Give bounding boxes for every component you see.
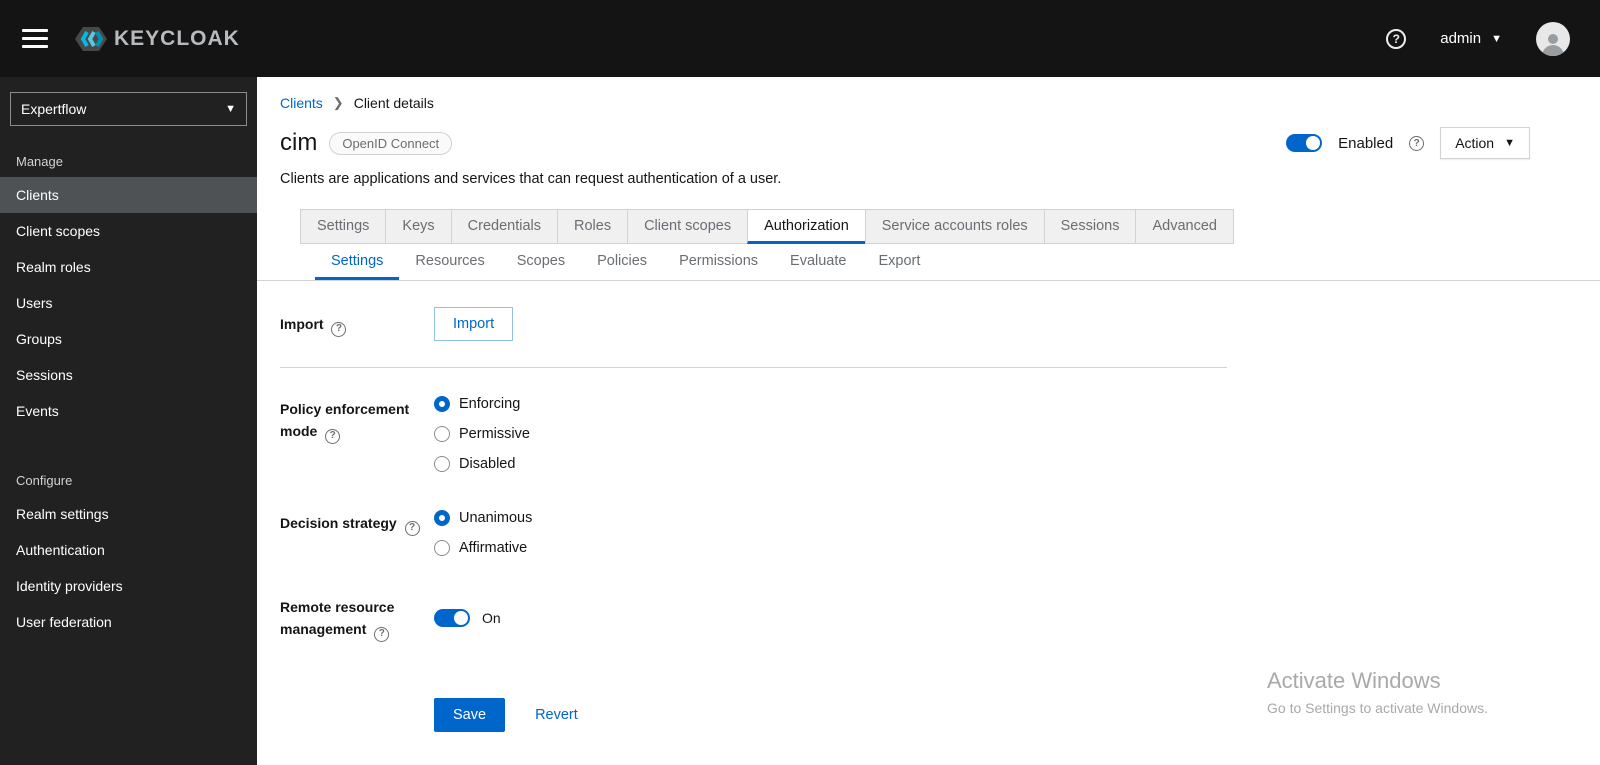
chevron-down-icon: ▼ [1491, 32, 1502, 45]
help-icon[interactable]: ? [1386, 28, 1407, 49]
radio-unanimous-input[interactable] [434, 510, 450, 526]
tab-keys[interactable]: Keys [385, 209, 452, 244]
sidebar-item-groups[interactable]: Groups [0, 321, 257, 357]
user-menu[interactable]: admin ▼ [1440, 30, 1502, 47]
subtab-evaluate[interactable]: Evaluate [774, 244, 862, 280]
brand-text: KEYCLOAK [114, 26, 240, 50]
import-button[interactable]: Import [434, 307, 514, 341]
radio-affirmative-input[interactable] [434, 540, 450, 556]
page-description: Clients are applications and services th… [280, 171, 782, 187]
tab-authorization[interactable]: Authorization [747, 209, 866, 244]
tab-service-accounts-roles[interactable]: Service accounts roles [864, 209, 1045, 244]
nav-section-manage: Manage [16, 154, 63, 169]
hamburger-menu-icon[interactable] [22, 29, 48, 48]
page-title: cim [280, 129, 318, 156]
breadcrumb-separator-icon: ❯ [332, 95, 344, 110]
subtab-settings[interactable]: Settings [315, 244, 400, 280]
import-help-icon[interactable]: ? [331, 321, 347, 337]
remote-resource-management-label: Remote resource management ? [280, 590, 434, 642]
save-button[interactable]: Save [434, 697, 506, 732]
breadcrumb-clients-link[interactable]: Clients [280, 95, 323, 111]
decision-strategy-help-icon[interactable]: ? [404, 520, 420, 536]
subtab-permissions[interactable]: Permissions [663, 244, 774, 280]
realm-selector-value: Expertflow [21, 101, 87, 117]
radio-enforcing[interactable]: Enforcing [434, 396, 1227, 412]
sidebar: Expertflow ▼ Manage Clients Client scope… [0, 77, 257, 765]
revert-button[interactable]: Revert [535, 707, 578, 723]
windows-activation-watermark: Activate Windows Go to Settings to activ… [1267, 668, 1488, 716]
sidebar-item-client-scopes[interactable]: Client scopes [0, 213, 257, 249]
sidebar-item-clients[interactable]: Clients [0, 177, 257, 213]
realm-selector[interactable]: Expertflow ▼ [10, 92, 247, 126]
secondary-tabs: Settings Resources Scopes Policies Permi… [257, 244, 1600, 281]
sidebar-item-realm-roles[interactable]: Realm roles [0, 249, 257, 285]
authorization-settings-form: Import ? Import Policy enforcement mode … [280, 307, 1227, 732]
decision-strategy-radio-group: Unanimous Affirmative [434, 506, 1227, 556]
enabled-toggle[interactable] [1286, 134, 1323, 152]
radio-unanimous[interactable]: Unanimous [434, 510, 1227, 526]
subtab-scopes[interactable]: Scopes [501, 244, 581, 280]
sidebar-item-events[interactable]: Events [0, 393, 257, 429]
remote-resource-state: On [482, 609, 501, 626]
protocol-badge: OpenID Connect [329, 131, 453, 155]
policy-enforcement-radio-group: Enforcing Permissive Disabled [434, 392, 1227, 472]
sidebar-item-users[interactable]: Users [0, 285, 257, 321]
radio-disabled[interactable]: Disabled [434, 456, 1227, 472]
main-content: Clients ❯ Client details cim OpenID Conn… [257, 77, 1600, 765]
remote-resource-help-icon[interactable]: ? [374, 626, 390, 642]
brand-logo[interactable]: KEYCLOAK [74, 22, 240, 56]
subtab-export[interactable]: Export [862, 244, 936, 280]
primary-tabs: Settings Keys Credentials Roles Client s… [300, 209, 1600, 244]
breadcrumb-current: Client details [353, 95, 434, 111]
radio-disabled-input[interactable] [434, 456, 450, 472]
policy-enforcement-help-icon[interactable]: ? [325, 428, 341, 444]
nav-section-configure: Configure [16, 473, 73, 488]
subtab-policies[interactable]: Policies [581, 244, 663, 280]
sidebar-item-identity-providers[interactable]: Identity providers [0, 568, 257, 604]
radio-permissive[interactable]: Permissive [434, 426, 1227, 442]
sidebar-item-realm-settings[interactable]: Realm settings [0, 496, 257, 532]
radio-affirmative[interactable]: Affirmative [434, 540, 1227, 556]
avatar[interactable] [1536, 21, 1570, 56]
chevron-down-icon: ▼ [1504, 137, 1515, 149]
import-label: Import ? [280, 307, 434, 341]
decision-strategy-label: Decision strategy ? [280, 506, 434, 556]
sidebar-item-user-federation[interactable]: User federation [0, 604, 257, 640]
chevron-down-icon: ▼ [225, 103, 236, 115]
radio-enforcing-input[interactable] [434, 396, 450, 412]
sidebar-item-sessions[interactable]: Sessions [0, 357, 257, 393]
action-dropdown-button[interactable]: Action ▼ [1440, 127, 1530, 159]
user-name: admin [1440, 30, 1482, 47]
tab-advanced[interactable]: Advanced [1135, 209, 1234, 244]
enabled-help-icon[interactable]: ? [1409, 135, 1425, 151]
radio-permissive-input[interactable] [434, 426, 450, 442]
tab-settings[interactable]: Settings [300, 209, 387, 244]
tab-client-scopes[interactable]: Client scopes [627, 209, 749, 244]
keycloak-logo-icon [74, 22, 108, 56]
topbar: KEYCLOAK ? admin ▼ [0, 0, 1600, 77]
tab-credentials[interactable]: Credentials [450, 209, 558, 244]
tab-roles[interactable]: Roles [557, 209, 629, 244]
enabled-label: Enabled [1338, 134, 1394, 152]
sidebar-item-authentication[interactable]: Authentication [0, 532, 257, 568]
policy-enforcement-mode-label: Policy enforcement mode ? [280, 392, 434, 472]
divider [280, 367, 1227, 368]
remote-resource-toggle[interactable] [434, 608, 470, 627]
subtab-resources[interactable]: Resources [399, 244, 500, 280]
tab-sessions[interactable]: Sessions [1043, 209, 1137, 244]
breadcrumb: Clients ❯ Client details [280, 95, 1600, 111]
